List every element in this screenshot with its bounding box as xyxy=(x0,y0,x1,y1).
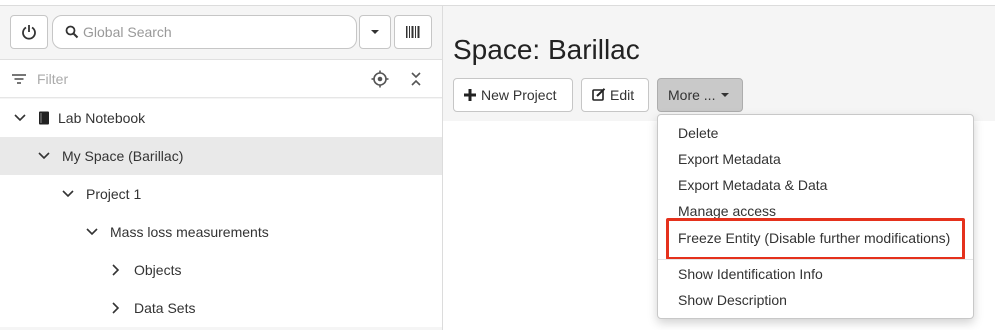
power-button[interactable] xyxy=(10,15,48,49)
filter-icon xyxy=(12,73,26,84)
tree-node-objects[interactable]: Objects xyxy=(0,251,442,289)
menu-item-show-identification-info[interactable]: Show Identification Info xyxy=(678,266,823,282)
barcode-icon xyxy=(406,26,420,38)
new-project-label: New Project xyxy=(481,87,557,103)
tree-node-lab-notebook[interactable]: Lab Notebook xyxy=(0,99,442,137)
chevron-down-icon[interactable] xyxy=(12,110,28,126)
menu-divider xyxy=(658,259,973,260)
filter-input[interactable]: Filter xyxy=(37,71,68,87)
menu-item-show-description[interactable]: Show Description xyxy=(678,292,787,308)
tree-node-my-space[interactable]: My Space (Barillac) xyxy=(0,137,442,175)
page-title: Space: Barillac xyxy=(453,34,640,65)
global-search-field[interactable]: Global Search xyxy=(52,15,357,49)
highlight-box xyxy=(666,218,965,260)
chevron-down-icon[interactable] xyxy=(60,186,76,202)
edit-icon xyxy=(592,88,606,101)
menu-item-export-metadata[interactable]: Export Metadata xyxy=(678,151,781,167)
more-dropdown-menu: Delete Export Metadata Export Metadata &… xyxy=(657,114,974,319)
plus-icon xyxy=(464,89,476,101)
menu-item-delete[interactable]: Delete xyxy=(678,125,718,141)
locate-icon[interactable] xyxy=(371,70,389,88)
barcode-button[interactable] xyxy=(394,15,432,49)
tree-view: Lab Notebook My Space (Barillac) Project… xyxy=(0,99,442,327)
caret-down-icon xyxy=(721,93,730,97)
menu-item-export-metadata-data[interactable]: Export Metadata & Data xyxy=(678,177,827,193)
tree-node-label: Lab Notebook xyxy=(58,110,146,126)
tree-node-project-1[interactable]: Project 1 xyxy=(0,175,442,213)
collapse-all-icon[interactable] xyxy=(410,71,422,87)
more-dropdown-button[interactable]: More ... xyxy=(657,78,743,112)
tree-node-label: Mass loss measurements xyxy=(110,224,269,240)
main-panel: Space: Barillac New Project Edit More ..… xyxy=(443,6,995,330)
chevron-right-icon[interactable] xyxy=(108,262,124,278)
more-label: More ... xyxy=(668,87,716,103)
notebook-icon xyxy=(39,111,49,125)
search-icon xyxy=(65,25,79,39)
filter-row: Filter xyxy=(0,60,442,98)
tree-node-label: My Space (Barillac) xyxy=(62,148,184,164)
tree-node-label: Objects xyxy=(134,262,182,278)
edit-label: Edit xyxy=(610,87,635,103)
menu-item-manage-access[interactable]: Manage access xyxy=(678,203,776,219)
caret-down-icon xyxy=(371,30,379,34)
tree-node-mass-loss-measurements[interactable]: Mass loss measurements xyxy=(0,213,442,251)
sidebar-toolbar: Global Search xyxy=(0,6,442,60)
tree-node-label: Data Sets xyxy=(134,300,196,316)
chevron-down-icon[interactable] xyxy=(84,224,100,240)
power-icon xyxy=(22,25,36,40)
search-dropdown-button[interactable] xyxy=(359,15,391,49)
tree-node-label: Project 1 xyxy=(86,186,142,202)
main-header: Space: Barillac New Project Edit More ..… xyxy=(443,6,995,121)
chevron-right-icon[interactable] xyxy=(108,300,124,316)
edit-button[interactable]: Edit xyxy=(581,78,649,112)
new-project-button[interactable]: New Project xyxy=(453,78,573,112)
chevron-down-icon[interactable] xyxy=(36,148,52,164)
tree-node-data-sets[interactable]: Data Sets xyxy=(0,289,442,327)
sidebar: Global Search Filter Lab Notebook My Spa… xyxy=(0,6,443,330)
search-input[interactable]: Global Search xyxy=(83,24,172,40)
